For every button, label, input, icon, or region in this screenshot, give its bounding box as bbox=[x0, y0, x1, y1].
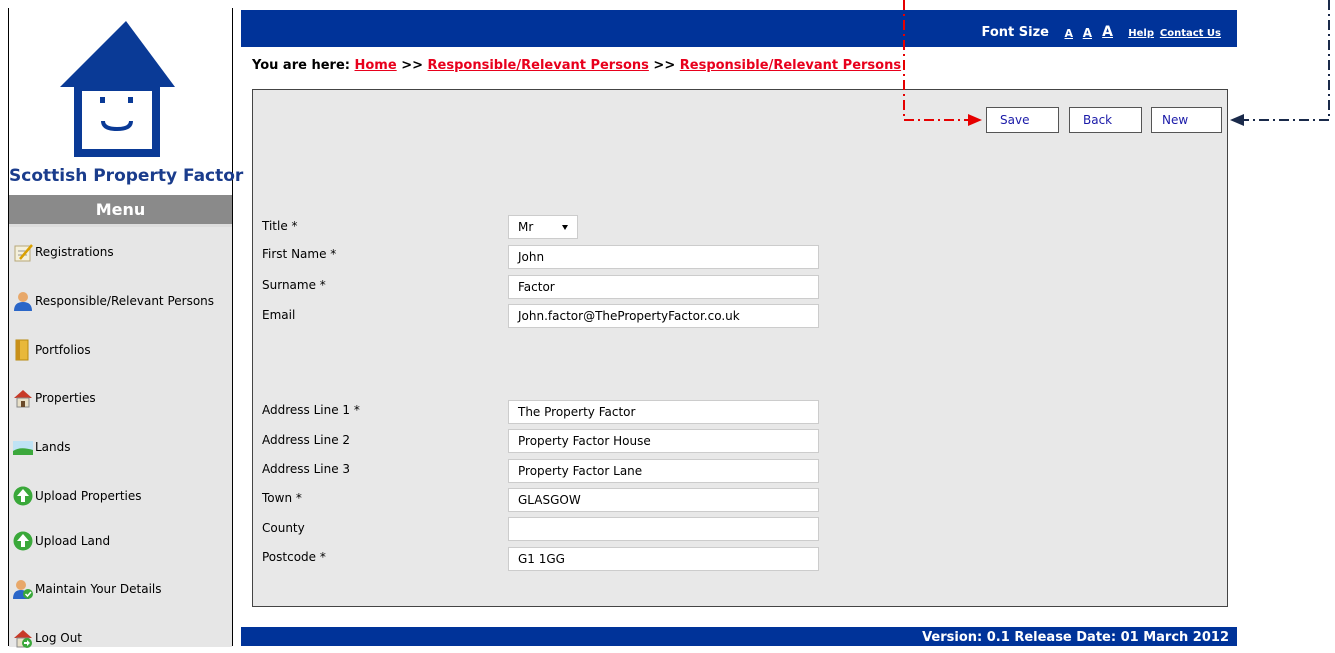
menu-item-label: Registrations bbox=[35, 245, 114, 259]
title-select-value: Mr bbox=[518, 220, 534, 234]
version-text: Version: 0.1 Release Date: 01 March 2012 bbox=[922, 630, 1229, 645]
email-label: Email bbox=[262, 308, 296, 322]
menu-item-log-out[interactable]: Log Out bbox=[9, 623, 232, 653]
menu-item-properties[interactable]: Properties bbox=[9, 383, 232, 413]
navy-annotation-arrow bbox=[1230, 0, 1330, 126]
menu-item-label: Responsible/Relevant Persons bbox=[35, 294, 215, 308]
address-line1-field[interactable]: The Property Factor bbox=[508, 400, 819, 424]
surname-field[interactable]: Factor bbox=[508, 275, 819, 299]
house-icon bbox=[12, 387, 34, 409]
breadcrumb-prefix: You are here: bbox=[252, 58, 350, 73]
county-label: County bbox=[262, 521, 305, 535]
breadcrumb-home-link[interactable]: Home bbox=[355, 58, 397, 73]
back-button[interactable]: Back bbox=[1069, 107, 1142, 133]
town-label: Town * bbox=[262, 491, 302, 505]
header-bar: Font Size A A A Help Contact Us bbox=[241, 10, 1237, 47]
help-link[interactable]: Help bbox=[1128, 28, 1154, 39]
menu-title: Menu bbox=[9, 195, 232, 227]
title-select[interactable]: Mr bbox=[508, 215, 578, 239]
address-line1-label: Address Line 1 * bbox=[262, 403, 360, 417]
breadcrumb: You are here: Home >> Responsible/Releva… bbox=[252, 58, 901, 73]
person-check-icon bbox=[12, 578, 34, 600]
menu-list: Registrations Responsible/Relevant Perso… bbox=[9, 227, 232, 648]
county-field[interactable] bbox=[508, 517, 819, 541]
menu-item-label: Upload Properties bbox=[35, 489, 142, 503]
person-icon bbox=[12, 290, 34, 312]
chevron-down-icon bbox=[562, 225, 568, 230]
address-line3-label: Address Line 3 bbox=[262, 462, 351, 476]
menu-item-label: Log Out bbox=[35, 631, 83, 645]
menu-item-upload-land[interactable]: Upload Land bbox=[9, 526, 232, 556]
notepad-pencil-icon bbox=[12, 241, 34, 263]
font-size-medium-button[interactable]: A bbox=[1083, 26, 1092, 40]
surname-label: Surname * bbox=[262, 278, 326, 292]
town-field[interactable]: GLASGOW bbox=[508, 488, 819, 512]
menu-item-portfolios[interactable]: Portfolios bbox=[9, 335, 232, 365]
logo-text: Scottish Property Factor bbox=[9, 166, 244, 186]
contact-us-link[interactable]: Contact Us bbox=[1160, 28, 1221, 39]
first-name-field[interactable]: John bbox=[508, 245, 819, 269]
menu-item-upload-properties[interactable]: Upload Properties bbox=[9, 481, 232, 511]
menu-item-lands[interactable]: Lands bbox=[9, 432, 232, 462]
menu-item-label: Portfolios bbox=[35, 343, 91, 357]
new-button[interactable]: New bbox=[1151, 107, 1222, 133]
menu-item-label: Maintain Your Details bbox=[35, 582, 162, 596]
title-label: Title * bbox=[262, 219, 298, 233]
menu-item-registrations[interactable]: Registrations bbox=[9, 237, 232, 267]
sidebar: Scottish Property Factor Menu Registrati… bbox=[8, 8, 244, 648]
menu-item-maintain-details[interactable]: Maintain Your Details bbox=[9, 574, 232, 604]
email-field[interactable]: John.factor@ThePropertyFactor.co.uk bbox=[508, 304, 819, 328]
folder-icon bbox=[12, 339, 34, 361]
menu-item-responsible-persons[interactable]: Responsible/Relevant Persons bbox=[9, 286, 232, 316]
breadcrumb-link-responsible-persons-current[interactable]: Responsible/Relevant Persons bbox=[680, 58, 901, 73]
green-up-arrow-icon bbox=[12, 530, 34, 552]
green-up-arrow-icon bbox=[12, 485, 34, 507]
postcode-label: Postcode * bbox=[262, 550, 326, 564]
menu-item-label: Properties bbox=[35, 391, 96, 405]
menu-item-label: Upload Land bbox=[35, 534, 111, 548]
address-line3-field[interactable]: Property Factor Lane bbox=[508, 459, 819, 483]
address-line2-field[interactable]: Property Factor House bbox=[508, 429, 819, 453]
breadcrumb-separator: >> bbox=[653, 58, 676, 73]
menu-item-label: Lands bbox=[35, 440, 71, 454]
landscape-icon bbox=[12, 436, 34, 458]
first-name-label: First Name * bbox=[262, 247, 337, 261]
save-button[interactable]: Save bbox=[986, 107, 1059, 133]
font-size-small-button[interactable]: A bbox=[1064, 27, 1073, 40]
breadcrumb-separator: >> bbox=[401, 58, 424, 73]
logo: Scottish Property Factor bbox=[9, 8, 244, 196]
postcode-field[interactable]: G1 1GG bbox=[508, 547, 819, 571]
font-size-label: Font Size bbox=[981, 25, 1049, 40]
address-line2-label: Address Line 2 bbox=[262, 433, 351, 447]
font-size-large-button[interactable]: A bbox=[1102, 24, 1113, 40]
footer-bar: Version: 0.1 Release Date: 01 March 2012 bbox=[241, 627, 1237, 646]
breadcrumb-link-responsible-persons[interactable]: Responsible/Relevant Persons bbox=[428, 58, 649, 73]
